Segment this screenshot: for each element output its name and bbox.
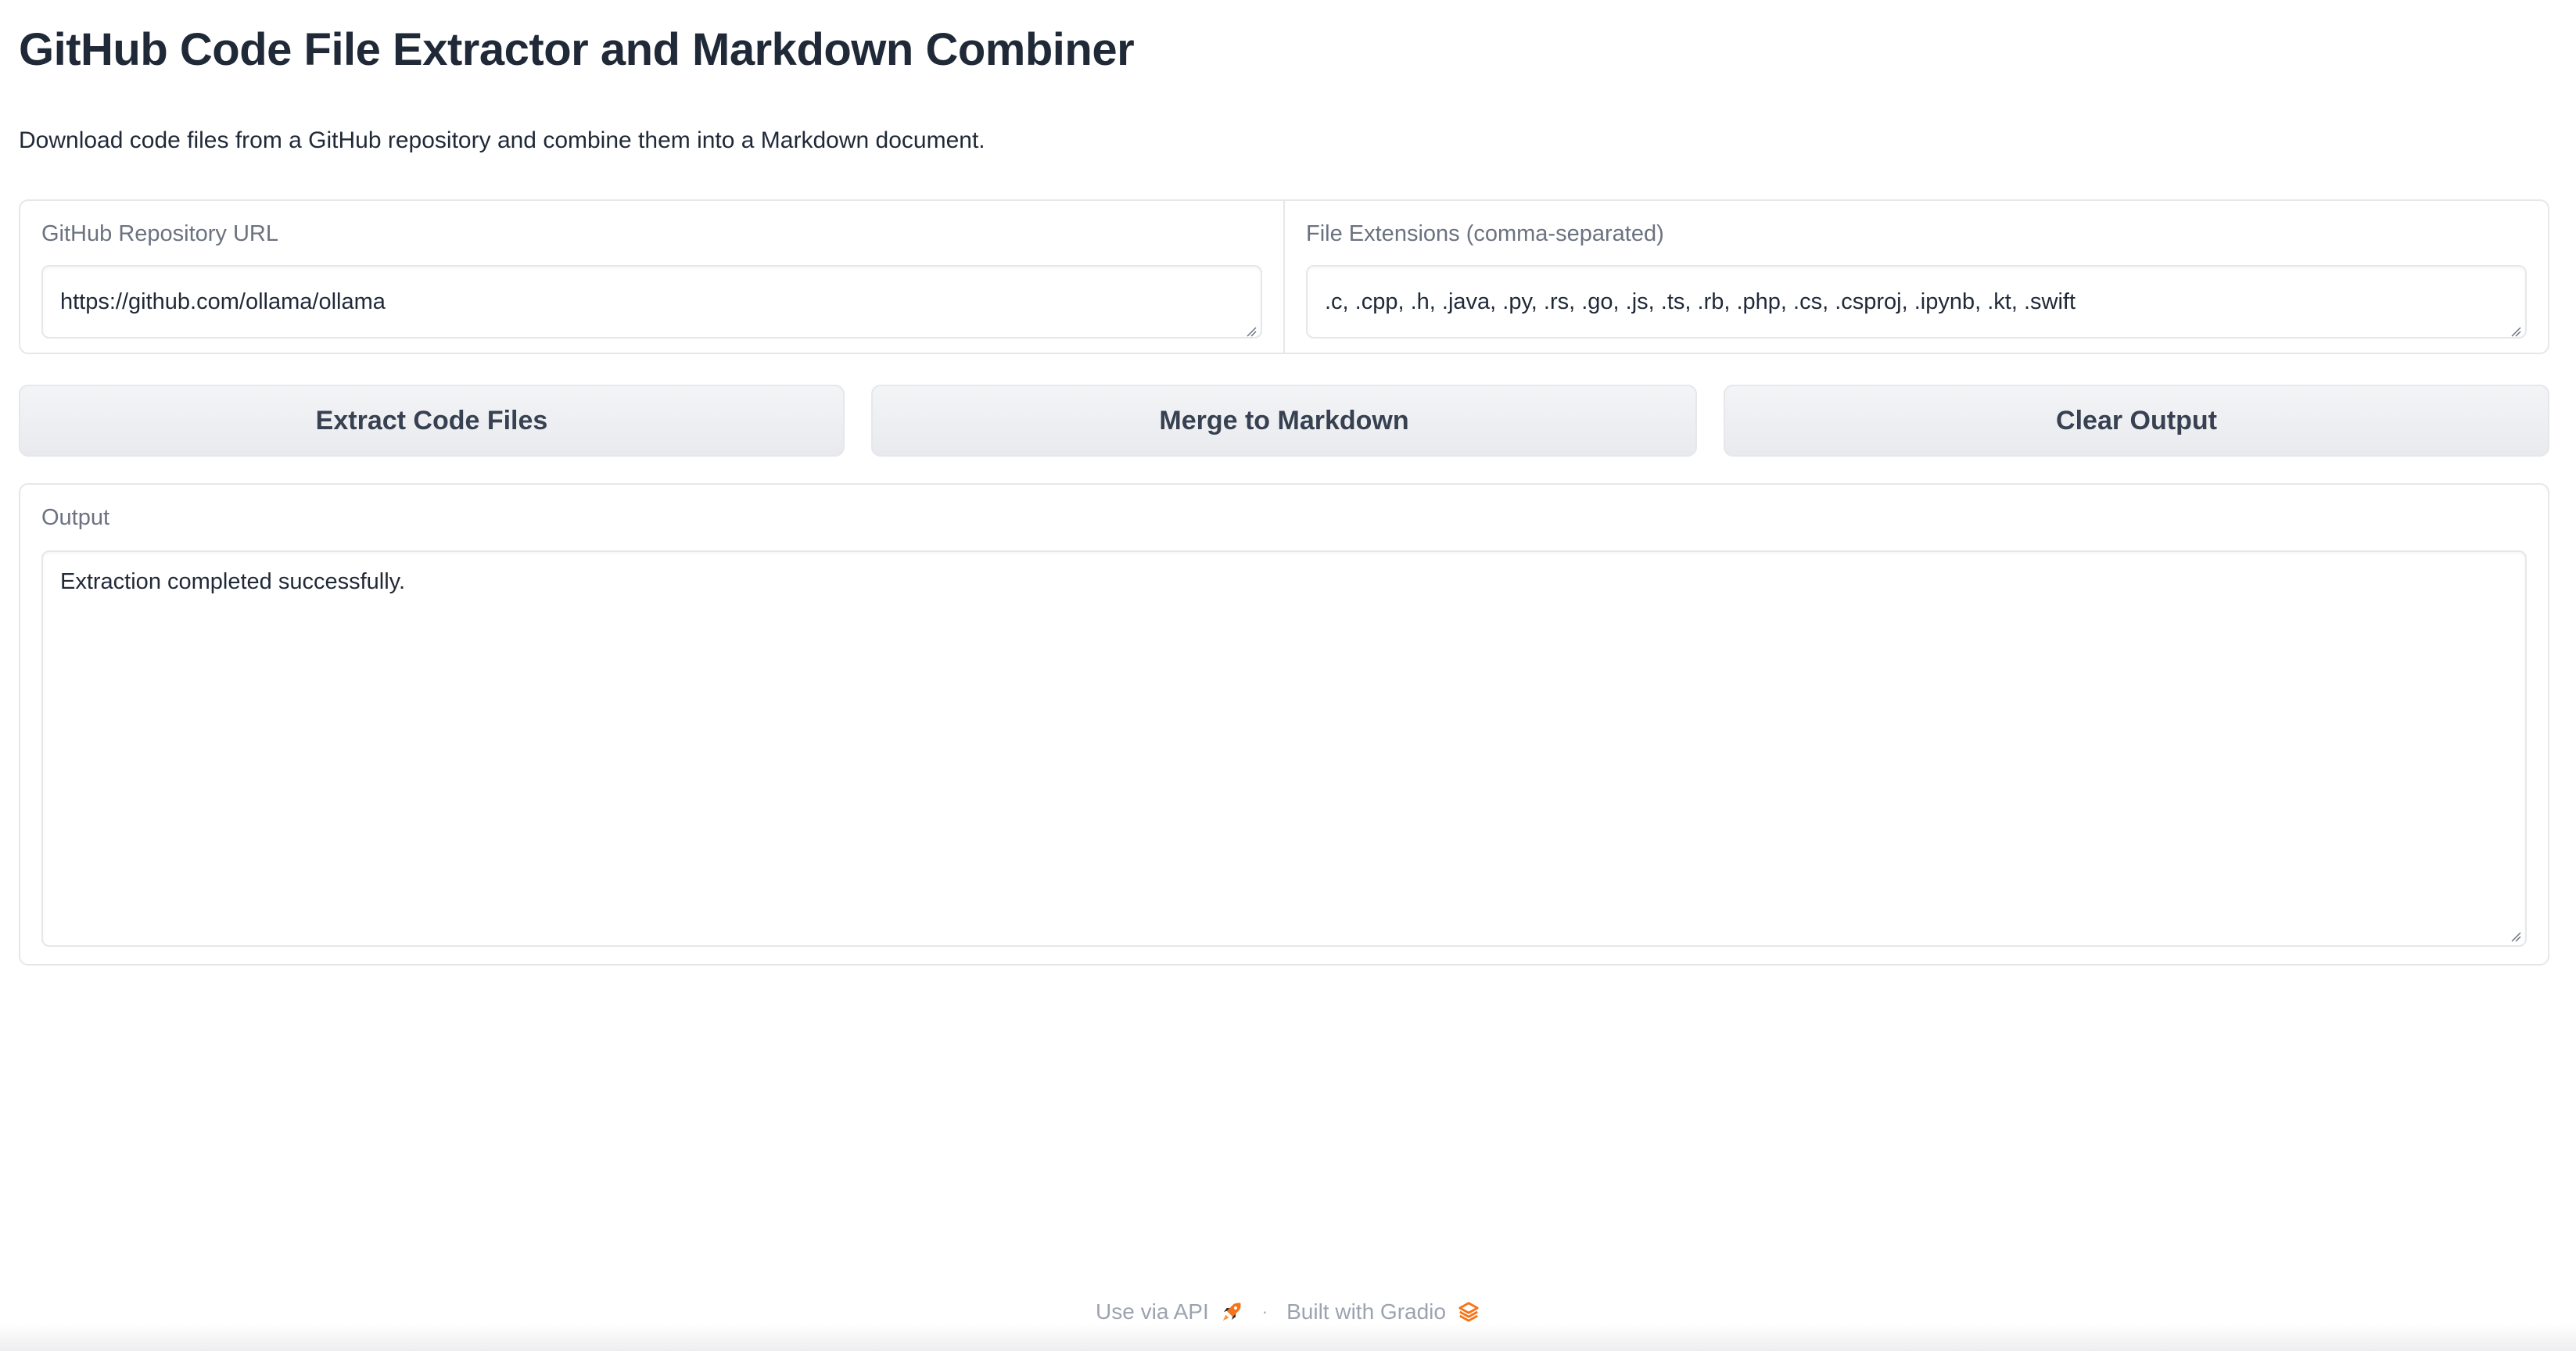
built-with-gradio-label: Built with Gradio [1286, 1299, 1446, 1324]
extensions-label: File Extensions (comma-separated) [1306, 221, 1664, 246]
footer-separator: · [1261, 1302, 1268, 1321]
extensions-field: File Extensions (comma-separated) .c, .c… [1283, 201, 2548, 353]
repo-url-field: GitHub Repository URL https://github.com… [20, 201, 1283, 353]
output-label: Output [41, 505, 110, 530]
use-via-api-link[interactable]: Use via API [1096, 1299, 1243, 1324]
extensions-input[interactable]: .c, .cpp, .h, .java, .py, .rs, .go, .js,… [1306, 265, 2527, 339]
extract-code-files-button[interactable]: Extract Code Files [19, 385, 845, 457]
resize-handle-icon[interactable] [2510, 931, 2521, 942]
action-buttons: Extract Code Files Merge to Markdown Cle… [19, 385, 2549, 457]
output-textarea[interactable]: Extraction completed successfully. [41, 550, 2527, 947]
rocket-icon [1222, 1303, 1241, 1321]
output-panel: Output Extraction completed successfully… [19, 483, 2549, 966]
built-with-gradio-link[interactable]: Built with Gradio [1286, 1299, 1480, 1324]
gradio-logo-icon [1458, 1302, 1479, 1322]
merge-to-markdown-button[interactable]: Merge to Markdown [871, 385, 1697, 457]
page-description: Download code files from a GitHub reposi… [19, 127, 985, 153]
resize-handle-icon[interactable] [2510, 326, 2521, 337]
use-via-api-label: Use via API [1096, 1299, 1209, 1324]
bottom-edge-shadow [0, 1323, 2576, 1351]
resize-handle-icon[interactable] [1246, 326, 1257, 337]
page-title: GitHub Code File Extractor and Markdown … [19, 24, 1135, 75]
input-panel: GitHub Repository URL https://github.com… [19, 199, 2549, 354]
repo-url-label: GitHub Repository URL [41, 221, 278, 246]
repo-url-input[interactable]: https://github.com/ollama/ollama [41, 265, 1262, 339]
clear-output-button[interactable]: Clear Output [1724, 385, 2549, 457]
